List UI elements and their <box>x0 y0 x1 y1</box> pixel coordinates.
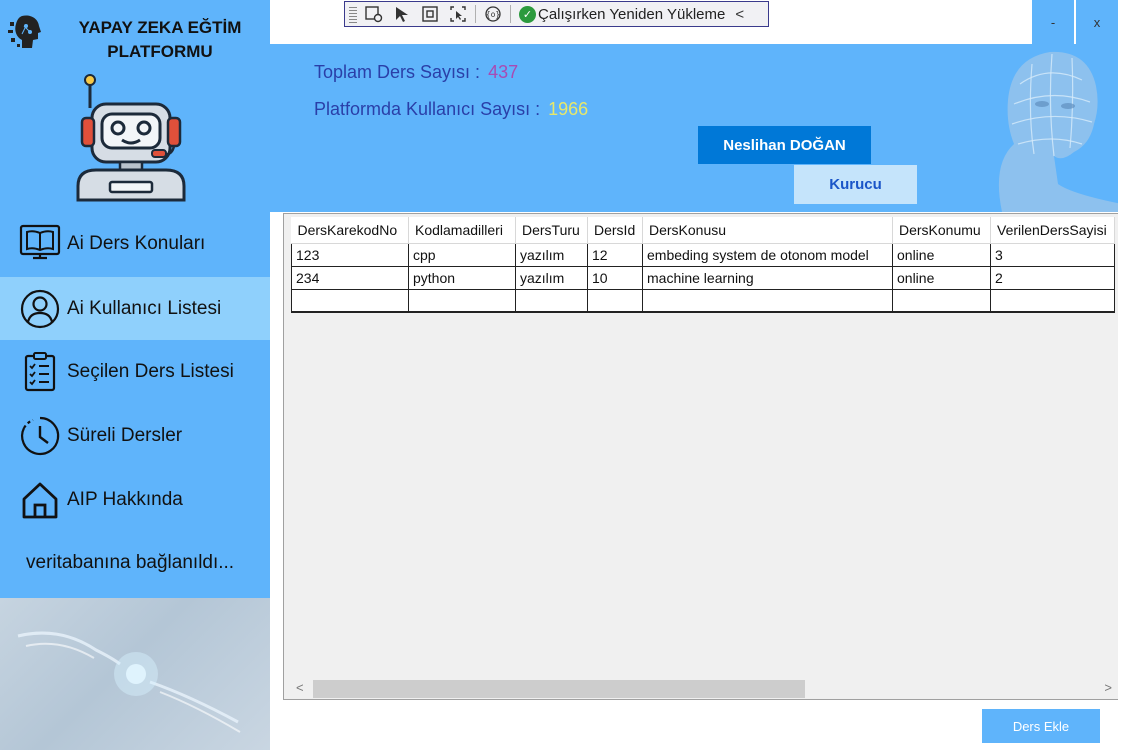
toolbar-grip-icon[interactable] <box>349 5 357 23</box>
scroll-left-icon[interactable]: < <box>296 680 304 695</box>
table-cell[interactable]: 2 <box>990 265 1115 290</box>
user-circle-icon <box>18 287 62 331</box>
table-cell[interactable] <box>515 288 588 313</box>
column-header[interactable]: Kodlamadilleri <box>408 217 516 244</box>
close-button[interactable]: x <box>1076 0 1118 44</box>
table-cell[interactable]: 10 <box>587 265 643 290</box>
table-cell[interactable]: python <box>408 265 516 290</box>
table-cell[interactable] <box>892 288 991 313</box>
sidebar-item-label: Seçilen Ders Listesi <box>67 361 234 382</box>
home-icon <box>18 478 62 522</box>
horizontal-scrollbar[interactable]: < > <box>284 677 1118 699</box>
table-cell[interactable]: embeding system de otonom model <box>642 242 893 267</box>
window-edge <box>1118 44 1122 750</box>
user-role-button[interactable]: Kurucu <box>794 165 917 204</box>
sidebar-item-label: Ai Kullanıcı Listesi <box>67 297 222 319</box>
toolbar-separator <box>510 5 511 23</box>
table-cell[interactable]: cpp <box>408 242 516 267</box>
user-count-value: 1966 <box>548 99 589 119</box>
table-row[interactable]: 123 cpp yazılım 12 embeding system de ot… <box>291 242 1115 267</box>
check-circle-icon: ✓ <box>519 5 536 23</box>
table-cell[interactable]: machine learning <box>642 265 893 290</box>
table-cell[interactable]: 234 <box>291 265 409 290</box>
robot-mascot-icon <box>76 74 186 202</box>
table-cell[interactable] <box>587 288 643 313</box>
scroll-right-icon[interactable]: > <box>1104 680 1112 695</box>
chevron-left-icon[interactable]: < <box>735 6 744 23</box>
monitor-book-icon <box>18 222 62 266</box>
scrollbar-thumb[interactable] <box>313 680 805 698</box>
sidebar-item-ai-ders-konulari[interactable]: Ai Ders Konuları <box>0 212 270 276</box>
live-tree-icon[interactable] <box>363 4 385 24</box>
user-count-label: Platformda Kullanıcı Sayısı : <box>314 99 541 119</box>
table-header-row: DersKarekodNo Kodlamadilleri DersTuru De… <box>291 217 1115 244</box>
column-header[interactable]: DersKonusu <box>642 217 893 244</box>
table-cell[interactable]: online <box>892 265 991 290</box>
table-cell[interactable]: 12 <box>587 242 643 267</box>
brand-title-line1: YAPAY ZEKA EĞTİM <box>78 18 242 37</box>
sidebar-item-label: Süreli Dersler <box>67 425 183 446</box>
ai-head-logo-icon <box>8 15 41 48</box>
debug-toolbar: {o} ✓ Çalışırken Yeniden Yükleme < <box>344 1 769 27</box>
sidebar-item-aip-hakkinda[interactable]: AIP Hakkında <box>0 468 270 532</box>
user-name-button[interactable]: Neslihan DOĞAN <box>698 126 871 164</box>
total-courses-value: 437 <box>488 62 519 82</box>
sidebar-item-label: AIP Hakkında <box>67 489 183 510</box>
clipboard-list-icon <box>18 350 62 394</box>
table-cell[interactable] <box>642 288 893 313</box>
sidebar: YAPAY ZEKA EĞTİM PLATFORMU Ai Ders Konul… <box>0 0 270 750</box>
column-header[interactable]: VerilenDersSayisi <box>990 217 1115 244</box>
clock-icon <box>18 414 62 458</box>
table-cell[interactable]: 123 <box>291 242 409 267</box>
dashboard-header: Toplam Ders Sayısı : 437 Platformda Kulla… <box>270 44 1122 212</box>
table-cell[interactable] <box>990 288 1115 313</box>
app-window: YAPAY ZEKA EĞTİM PLATFORMU Ai Ders Konul… <box>0 0 1122 750</box>
table-cell[interactable]: yazılım <box>515 265 588 290</box>
table-cell[interactable]: 3 <box>990 242 1115 267</box>
brand-title: YAPAY ZEKA EĞTİM PLATFORMU <box>60 16 260 64</box>
column-header[interactable]: DersTuru <box>515 217 588 244</box>
column-header[interactable]: DersKonumu <box>892 217 991 244</box>
select-element-icon[interactable] <box>391 4 413 24</box>
column-header[interactable]: DersId <box>587 217 643 244</box>
binding-failures-icon[interactable]: {o} <box>482 4 504 24</box>
sidebar-item-secilen-ders-listesi[interactable]: Seçilen Ders Listesi <box>0 340 270 404</box>
course-datagrid[interactable]: DersKarekodNo Kodlamadilleri DersTuru De… <box>283 213 1119 700</box>
ai-hand-illustration <box>0 598 270 750</box>
toolbar-separator <box>475 5 476 23</box>
table-row[interactable]: 234 python yazılım 10 machine learning o… <box>291 265 1115 290</box>
sidebar-nav: Ai Ders Konuları Ai Kullanıcı Listesi Se… <box>0 212 270 532</box>
display-adorners-icon[interactable] <box>419 4 441 24</box>
add-course-button[interactable]: Ders Ekle <box>982 709 1100 743</box>
table-cell[interactable]: yazılım <box>515 242 588 267</box>
user-count-stat: Platformda Kullanıcı Sayısı : 1966 <box>314 99 588 120</box>
course-table: DersKarekodNo Kodlamadilleri DersTuru De… <box>291 217 1115 313</box>
minimize-button[interactable]: - <box>1032 0 1074 44</box>
sidebar-item-ai-kullanici-listesi[interactable]: Ai Kullanıcı Listesi <box>0 277 270 340</box>
brand-title-line2: PLATFORMU <box>107 42 213 61</box>
table-cell[interactable] <box>291 288 409 313</box>
sidebar-item-label: Ai Ders Konuları <box>67 233 206 254</box>
sidebar-item-sureli-dersler[interactable]: Süreli Dersler <box>0 404 270 468</box>
svg-text:{o}: {o} <box>486 10 500 19</box>
track-focus-icon[interactable] <box>447 4 469 24</box>
new-row[interactable] <box>291 288 1115 313</box>
hot-reload-label[interactable]: Çalışırken Yeniden Yükleme <box>538 6 725 23</box>
column-header[interactable]: DersKarekodNo <box>291 217 409 244</box>
total-courses-label: Toplam Ders Sayısı : <box>314 62 481 82</box>
table-cell[interactable]: online <box>892 242 991 267</box>
ai-face-illustration <box>998 51 1122 212</box>
brand-panel: YAPAY ZEKA EĞTİM PLATFORMU <box>0 0 270 212</box>
table-cell[interactable] <box>408 288 516 313</box>
total-courses-stat: Toplam Ders Sayısı : 437 <box>314 62 518 83</box>
connection-status: veritabanına bağlanıldı... <box>26 552 235 573</box>
